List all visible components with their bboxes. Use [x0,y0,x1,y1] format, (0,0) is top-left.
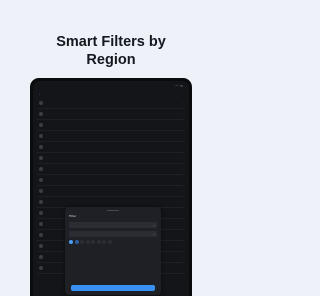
region-chip[interactable] [80,240,84,245]
chevron-right-icon: › [181,178,183,182]
chevron-right-icon: › [181,123,183,127]
item-status-icon [39,211,43,215]
status-bar: ◠ ▭ [33,81,189,90]
item-status-icon [39,189,43,193]
list-item-text [46,191,179,192]
list-item-text [46,169,179,170]
region-chip[interactable] [107,240,112,245]
field1-select[interactable]: ⌄ [69,222,157,229]
nav-bar[interactable]: ‹ [33,90,189,98]
chevron-right-icon: › [181,134,183,138]
chevron-right-icon: › [181,200,183,204]
headline-line-2: Region [86,52,136,68]
chevron-down-icon: ⌄ [152,232,155,236]
chevron-right-icon: › [181,112,183,116]
list-item[interactable]: › [37,153,185,164]
item-status-icon [39,255,43,259]
list-item[interactable]: › [37,109,185,120]
list-item-text [46,158,179,159]
region-chip[interactable] [91,240,95,245]
region-selected-icon [69,240,73,245]
field2-select[interactable]: ⌄ [69,231,157,238]
chevron-right-icon: › [181,211,183,215]
region-chip[interactable] [102,240,106,245]
item-status-icon [39,167,43,171]
item-status-icon [39,200,43,204]
list-item[interactable]: › [37,175,185,186]
item-status-icon [39,123,43,127]
item-status-icon [39,178,43,182]
item-status-icon [39,156,43,160]
region-chip[interactable] [96,240,101,245]
status-indicators: ◠ ▭ [176,84,183,88]
chevron-right-icon: › [181,167,183,171]
chevron-right-icon: › [181,222,183,226]
list-item[interactable]: › [37,142,185,153]
chevron-down-icon: ⌄ [152,223,155,227]
region-chip[interactable] [85,240,90,245]
list-item-text [46,136,179,137]
apply-button[interactable] [71,285,155,291]
item-status-icon [39,244,43,248]
item-status-icon [39,233,43,237]
chevron-right-icon: › [181,244,183,248]
wifi-icon: ◠ [175,83,179,88]
back-chevron-icon[interactable]: ‹ [39,92,40,96]
chevron-right-icon: › [181,189,183,193]
chevron-right-icon: › [181,156,183,160]
item-status-icon [39,112,43,116]
list-item[interactable]: › [37,186,185,197]
chevron-right-icon: › [181,266,183,270]
item-status-icon [39,134,43,138]
list-item[interactable]: › [37,120,185,131]
item-status-icon [39,145,43,149]
list-item[interactable]: › [37,98,185,109]
list-item[interactable]: › [37,164,185,175]
filter-sheet-title: Filter [69,214,77,219]
headline-line-1: Smart Filters by [56,34,166,50]
item-status-icon [39,101,43,105]
chevron-right-icon: › [181,255,183,259]
tablet-frame: ◠ ▭ ‹ › › › › › › › › › › › › › › › › Filter ⌄ ⌄ [30,78,192,296]
chevron-right-icon: › [181,145,183,149]
filter-sheet-header: Filter [69,214,157,218]
list-item-text [46,180,179,181]
list-item-text [46,147,179,148]
region-chip[interactable] [74,240,79,245]
battery-icon: ▭ [180,83,183,88]
promo-headline: Smart Filters by Region [0,33,222,69]
list-item-text [46,103,179,104]
list-item-text [46,202,179,203]
item-status-icon [39,222,43,226]
item-status-icon [39,266,43,270]
filter-sheet: Filter ⌄ ⌄ [65,207,161,295]
list-item[interactable]: › [37,131,185,142]
list-item-text [46,125,179,126]
sheet-grabber[interactable] [107,210,119,212]
chevron-right-icon: › [181,101,183,105]
chevron-right-icon: › [181,233,183,237]
app-screen: ◠ ▭ ‹ › › › › › › › › › › › › › › › › Filter ⌄ ⌄ [33,81,189,296]
region-chips [69,240,157,245]
list-item-text [46,114,179,115]
